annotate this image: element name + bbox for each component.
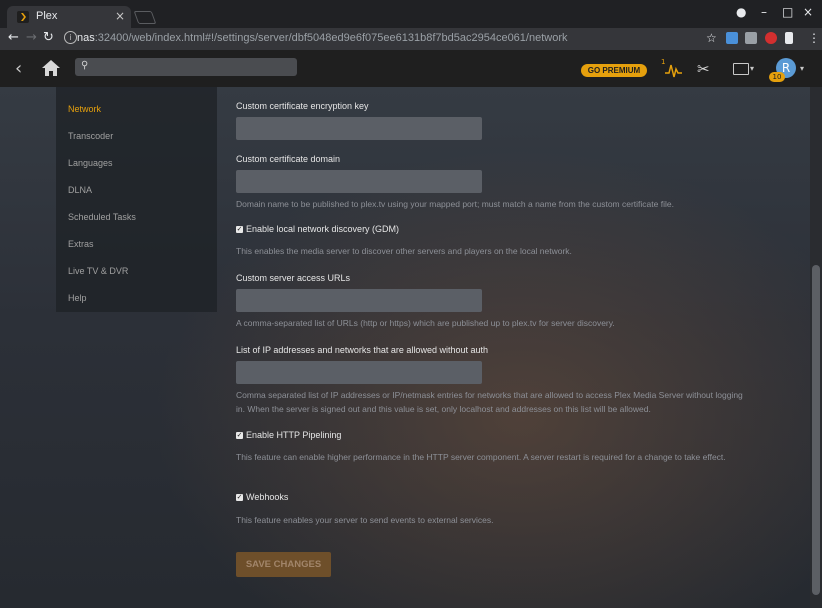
page-scrollbar[interactable]	[810, 87, 822, 608]
cert-domain-label: Custom certificate domain	[236, 154, 341, 164]
scrollbar-thumb[interactable]	[812, 265, 820, 595]
reload-icon[interactable]: ↻	[43, 30, 54, 45]
extension-icon-2[interactable]	[745, 32, 757, 44]
allowed-ips-label: List of IP addresses and networks that a…	[236, 345, 488, 355]
sidebar-item-live-tv-dvr[interactable]: Live TV & DVR	[68, 266, 128, 276]
cast-caret-icon[interactable]: ▾	[750, 64, 754, 73]
browser-menu-icon[interactable]: ⋮	[808, 31, 820, 45]
webhooks-label: Webhooks	[246, 492, 289, 502]
http-pipelining-label: Enable HTTP Pipelining	[246, 430, 342, 440]
activity-button[interactable]: 1	[661, 58, 683, 79]
settings-sidebar: Network Transcoder Languages DLNA Schedu…	[56, 87, 217, 312]
url-text: nas:32400/web/index.html#!/settings/serv…	[77, 32, 568, 44]
access-urls-help: A comma-separated list of URLs (http or …	[236, 318, 615, 328]
extension-icon-4[interactable]	[785, 32, 793, 44]
sidebar-item-network[interactable]: Network	[68, 104, 101, 114]
settings-content: Network Transcoder Languages DLNA Schedu…	[0, 87, 810, 608]
browser-tab[interactable]: Plex ×	[7, 6, 131, 28]
gdm-checkbox[interactable]: ✓	[236, 226, 243, 233]
sidebar-item-help[interactable]: Help	[68, 293, 87, 303]
search-input[interactable]: ⚲	[75, 58, 297, 76]
tab-close-icon[interactable]: ×	[115, 9, 125, 23]
access-urls-label: Custom server access URLs	[236, 273, 351, 283]
browser-toolbar: ← → ↻ i nas:32400/web/index.html#!/setti…	[0, 28, 822, 50]
go-premium-button[interactable]: GO PREMIUM	[581, 64, 647, 77]
plex-back-icon[interactable]: ‹	[15, 58, 22, 79]
minimize-icon[interactable]: –	[761, 5, 767, 19]
gdm-label: Enable local network discovery (GDM)	[246, 224, 400, 234]
http-pipelining-checkbox[interactable]: ✓	[236, 432, 243, 439]
sidebar-item-dlna[interactable]: DLNA	[68, 185, 92, 195]
settings-tools-icon[interactable]: ✂	[697, 60, 710, 78]
extension-icon-3[interactable]	[765, 32, 777, 44]
url-path: :32400/web/index.html#!/settings/server/…	[94, 32, 568, 44]
close-window-icon[interactable]: ×	[803, 5, 813, 19]
home-icon[interactable]	[41, 58, 61, 78]
allowed-ips-input[interactable]	[236, 361, 482, 384]
site-info-icon[interactable]: i	[64, 31, 77, 44]
activity-pulse-icon	[665, 64, 682, 78]
title-bar: Plex × ● – □ ×	[0, 0, 822, 28]
sidebar-item-transcoder[interactable]: Transcoder	[68, 131, 113, 141]
extension-icon-1[interactable]	[726, 32, 738, 44]
plex-favicon-icon	[17, 11, 29, 23]
sidebar-item-languages[interactable]: Languages	[68, 158, 113, 168]
gdm-help: This enables the media server to discove…	[236, 246, 572, 256]
webhooks-checkbox[interactable]: ✓	[236, 494, 243, 501]
save-changes-button[interactable]: SAVE CHANGES	[236, 552, 331, 577]
avatar-caret-icon[interactable]: ▾	[800, 64, 804, 73]
cast-icon[interactable]	[733, 63, 749, 75]
new-tab-button[interactable]	[133, 11, 157, 24]
webhooks-help: This feature enables your server to send…	[236, 515, 494, 525]
forward-arrow-icon[interactable]: →	[26, 30, 37, 45]
cert-key-input[interactable]	[236, 117, 482, 140]
search-icon: ⚲	[81, 60, 89, 71]
url-host: nas	[77, 32, 95, 44]
http-pipelining-help: This feature can enable higher performan…	[236, 452, 726, 462]
avatar-badge: 10	[769, 72, 785, 82]
cert-domain-help: Domain name to be published to plex.tv u…	[236, 199, 674, 209]
browser-window: Plex × ● – □ × ← → ↻ i nas:32400/web/ind…	[0, 0, 822, 608]
bookmark-star-icon[interactable]: ☆	[706, 31, 717, 45]
maximize-icon[interactable]: □	[782, 5, 793, 19]
profile-icon[interactable]: ●	[736, 5, 746, 19]
plex-header: ‹ ⚲ GO PREMIUM 1 ✂ ▾ R 10 ▾	[0, 50, 822, 87]
cert-domain-input[interactable]	[236, 170, 482, 193]
allowed-ips-help: Comma separated list of IP addresses or …	[236, 390, 743, 414]
sidebar-item-scheduled-tasks[interactable]: Scheduled Tasks	[68, 212, 136, 222]
address-bar[interactable]: i nas:32400/web/index.html#!/settings/se…	[60, 30, 720, 48]
cert-key-label: Custom certificate encryption key	[236, 101, 369, 111]
access-urls-input[interactable]	[236, 289, 482, 312]
sidebar-item-extras[interactable]: Extras	[68, 239, 94, 249]
tab-title: Plex	[36, 10, 58, 22]
back-arrow-icon[interactable]: ←	[8, 30, 19, 45]
